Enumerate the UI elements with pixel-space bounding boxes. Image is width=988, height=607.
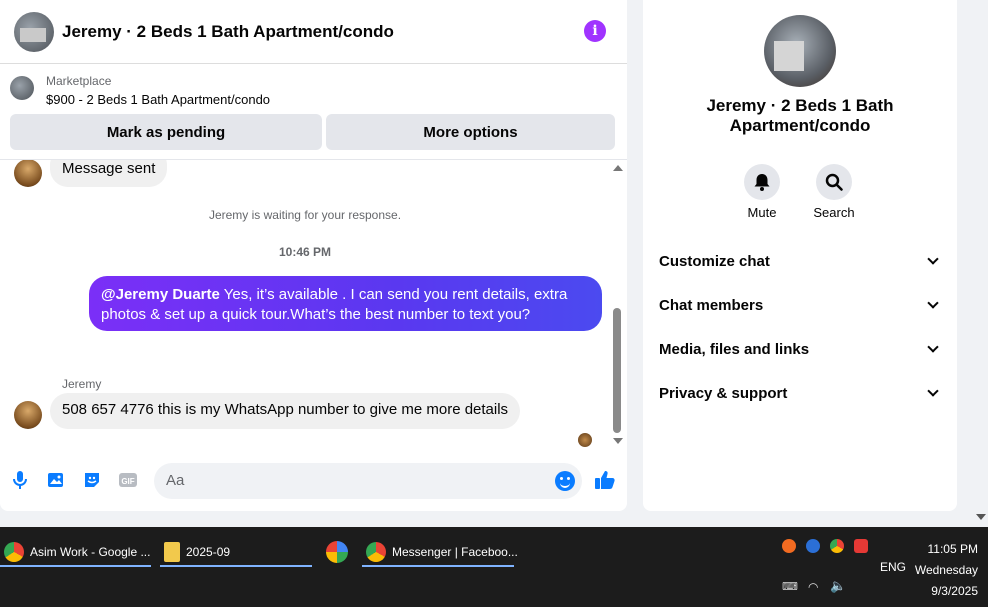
scroll-down-arrow-icon[interactable] [976,514,986,520]
media-files-links-row[interactable]: Media, files and links [659,327,943,371]
microphone-icon[interactable] [10,470,30,490]
marketplace-label: Marketplace [46,74,112,88]
language-indicator[interactable]: ENG [880,560,906,574]
composer: GIF Aa [0,450,627,511]
photo-icon[interactable] [46,470,66,490]
scroll-thumb[interactable] [613,308,621,433]
search-button[interactable]: Search [804,164,864,220]
row-label: Customize chat [659,252,770,270]
avatar[interactable] [14,160,42,187]
row-label: Privacy & support [659,384,788,402]
mute-label: Mute [747,205,777,220]
chrome-icon [366,542,386,562]
taskbar-item-browser[interactable] [326,537,354,567]
scroll-down-arrow-icon[interactable] [613,438,623,444]
clock-date: 9/3/2025 [931,584,978,598]
taskbar: Asim Work - Google ... 2025-09 Messenger… [0,527,988,607]
active-indicator [160,565,312,567]
page-scrollbar[interactable] [973,0,988,527]
chevron-down-icon [927,385,939,397]
row-label: Chat members [659,296,764,314]
task-label: 2025-09 [186,545,231,559]
waiting-notice: Jeremy is waiting for your response. [208,208,402,222]
chat-panel: Jeremy · 2 Beds 1 Bath Apartment/condo i… [0,0,627,511]
clock-time: 11:05 PM [927,542,978,556]
gif-icon[interactable]: GIF [118,470,138,490]
row-label: Media, files and links [659,340,810,358]
info-title: Jeremy · 2 Beds 1 Bath Apartment/condo [706,96,894,135]
marketplace-banner: Marketplace $900 - 2 Beds 1 Bath Apartme… [0,64,627,160]
message-bubble-incoming: 508 657 4776 this is my WhatsApp number … [50,393,521,429]
message-input[interactable]: Aa [154,463,582,499]
search-label: Search [813,205,855,220]
privacy-support-row[interactable]: Privacy & support [659,371,943,415]
mark-as-pending-button[interactable]: Mark as pending [10,114,322,150]
volume-icon[interactable]: 🔈 [830,578,846,594]
chevron-down-icon [927,341,939,353]
task-label: Asim Work - Google ... [30,545,151,559]
keyboard-icon[interactable]: ⌨ [782,580,798,593]
avatar[interactable] [14,401,42,429]
more-options-button[interactable]: More options [326,114,615,150]
message-scrollbar[interactable] [611,165,623,447]
message-list: Message sent Jeremy is waiting for your … [0,160,627,450]
seen-avatar [578,433,592,447]
active-indicator [362,565,514,567]
scroll-up-arrow-icon[interactable] [613,165,623,171]
emoji-icon[interactable] [555,471,575,491]
mention[interactable]: @Jeremy Duarte [101,286,220,303]
task-label: Messenger | Faceboo... [392,545,518,559]
chrome-icon [4,542,24,562]
browser-icon [326,541,348,563]
sender-name: Jeremy [62,377,102,391]
message-bubble-incoming: Message sent [50,160,168,187]
thumbs-up-icon[interactable] [594,469,616,491]
clock-day: Wednesday [914,563,978,577]
chat-title[interactable]: Jeremy · 2 Beds 1 Bath Apartment/condo [62,22,394,42]
chat-members-row[interactable]: Chat members [659,283,943,327]
customize-chat-row[interactable]: Customize chat [659,239,943,283]
chevron-down-icon [927,297,939,309]
taskbar-item-chrome-work[interactable]: Asim Work - Google ... [4,537,150,567]
listing-title[interactable]: $900 - 2 Beds 1 Bath Apartment/condo [46,92,270,107]
chat-header: Jeremy · 2 Beds 1 Bath Apartment/condo i [0,0,627,64]
message-timestamp: 10:46 PM [278,245,332,259]
taskbar-item-folder[interactable]: 2025-09 [164,537,230,567]
info-icon[interactable]: i [584,20,606,42]
network-tool-icon[interactable] [806,539,820,553]
chrome-tray-icon[interactable] [830,539,844,553]
system-clock[interactable]: 11:05 PM Wednesday 9/3/2025 [912,539,978,602]
mute-button[interactable]: Mute [732,164,792,220]
folder-icon [164,542,180,562]
gif-label: GIF [121,477,134,486]
taskbar-item-messenger[interactable]: Messenger | Faceboo... [366,537,518,567]
active-indicator [0,565,151,567]
chevron-down-icon [927,253,939,265]
upload-icon[interactable] [782,539,796,553]
chat-info-panel: Jeremy · 2 Beds 1 Bath Apartment/condo M… [643,0,957,511]
messenger-window: Jeremy · 2 Beds 1 Bath Apartment/condo i… [0,0,988,527]
chat-avatar[interactable] [14,11,54,52]
message-bubble-outgoing: @Jeremy Duarte Yes, it’s available . I c… [89,276,602,331]
wifi-icon[interactable]: ◠ [808,580,818,594]
sticker-icon[interactable] [82,470,102,490]
bell-icon[interactable] [744,164,780,200]
recorder-icon[interactable] [854,539,868,553]
listing-avatar[interactable] [764,15,836,87]
search-icon[interactable] [816,164,852,200]
listing-thumbnail[interactable] [10,76,34,100]
